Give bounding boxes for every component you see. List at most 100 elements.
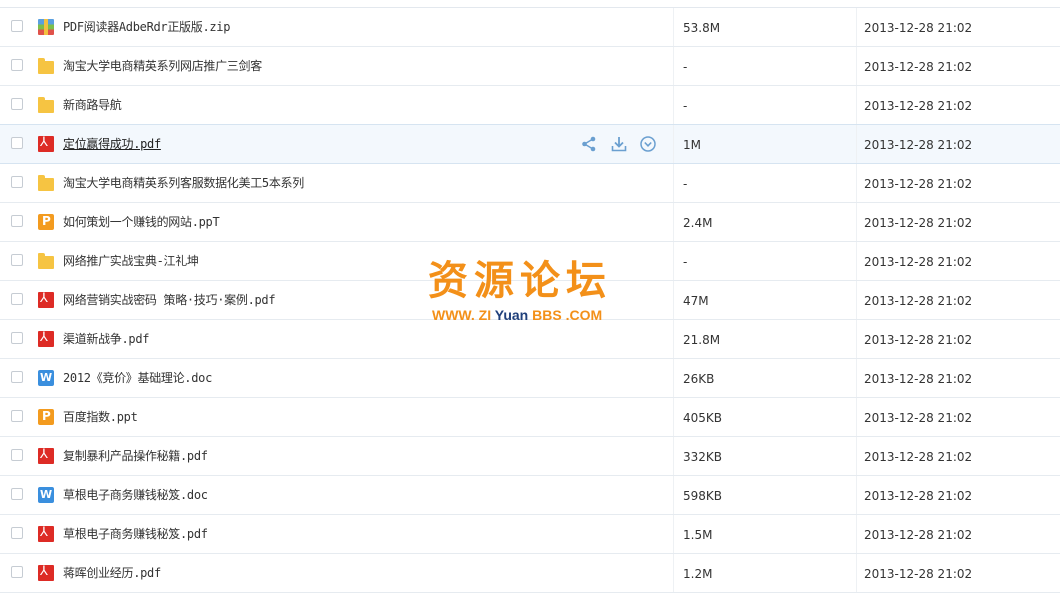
file-row[interactable]: 淘宝大学电商精英系列客服数据化美工5本系列 - 2013-12-28 21:02 <box>0 164 1060 203</box>
file-date: 2013-12-28 21:02 <box>864 99 973 113</box>
row-checkbox[interactable] <box>11 449 23 461</box>
file-date: 2013-12-28 21:02 <box>864 60 973 74</box>
column-divider <box>856 359 857 397</box>
column-divider <box>856 476 857 514</box>
file-size: 26KB <box>683 372 715 386</box>
file-size: 21.8M <box>683 333 721 347</box>
row-checkbox[interactable] <box>11 59 23 71</box>
chevron-down-circle-icon[interactable] <box>639 135 657 153</box>
file-date: 2013-12-28 21:02 <box>864 567 973 581</box>
file-row[interactable]: 百度指数.ppt 405KB 2013-12-28 21:02 <box>0 398 1060 437</box>
row-checkbox[interactable] <box>11 176 23 188</box>
word-doc-icon <box>38 487 54 503</box>
file-row[interactable]: 草根电子商务赚钱秘笈.doc 598KB 2013-12-28 21:02 <box>0 476 1060 515</box>
row-checkbox[interactable] <box>11 20 23 32</box>
file-size: 47M <box>683 294 709 308</box>
download-icon[interactable] <box>610 135 628 153</box>
ppt-file-icon <box>38 409 54 425</box>
share-icon[interactable] <box>580 135 598 153</box>
file-date: 2013-12-28 21:02 <box>864 372 973 386</box>
watermark-en-prefix: WWW. <box>432 307 475 323</box>
watermark-en-text: WWW. ZI Yuan BBS .COM <box>432 305 638 325</box>
file-size: 1.2M <box>683 567 713 581</box>
file-name[interactable]: 网络营销实战密码 策略·技巧·案例.pdf <box>63 292 276 308</box>
column-divider <box>673 242 674 280</box>
file-name[interactable]: 淘宝大学电商精英系列客服数据化美工5本系列 <box>63 175 304 191</box>
column-divider <box>673 125 674 163</box>
file-name[interactable]: 如何策划一个赚钱的网站.ppT <box>63 214 220 230</box>
column-divider <box>856 8 857 46</box>
file-name[interactable]: 渠道新战争.pdf <box>63 331 150 347</box>
row-checkbox[interactable] <box>11 410 23 422</box>
column-divider <box>673 164 674 202</box>
file-size: - <box>683 99 688 113</box>
file-size: 2.4M <box>683 216 713 230</box>
folder-icon <box>38 58 54 74</box>
watermark-en-bbs: BBS <box>532 307 562 323</box>
file-name[interactable]: 新商路导航 <box>63 97 122 113</box>
row-checkbox[interactable] <box>11 527 23 539</box>
file-row[interactable]: 复制暴利产品操作秘籍.pdf 332KB 2013-12-28 21:02 <box>0 437 1060 476</box>
pdf-file-icon <box>38 564 54 581</box>
column-divider <box>673 8 674 46</box>
file-name[interactable]: 草根电子商务赚钱秘笈.doc <box>63 487 208 503</box>
row-checkbox[interactable] <box>11 488 23 500</box>
file-size: 405KB <box>683 411 723 425</box>
file-row[interactable]: 定位赢得成功.pdf 1M 2013-12-28 21:02 <box>0 124 1060 164</box>
row-checkbox[interactable] <box>11 371 23 383</box>
file-name[interactable]: PDF阅读器AdbeRdr正版版.zip <box>63 19 230 35</box>
file-row[interactable]: 新商路导航 - 2013-12-28 21:02 <box>0 86 1060 125</box>
column-divider <box>673 554 674 592</box>
row-checkbox[interactable] <box>11 566 23 578</box>
row-checkbox[interactable] <box>11 137 23 149</box>
column-divider <box>673 86 674 124</box>
column-divider <box>856 281 857 319</box>
column-divider <box>856 515 857 553</box>
file-name[interactable]: 2012《竞价》基础理论.doc <box>63 370 212 386</box>
file-row[interactable]: 草根电子商务赚钱秘笈.pdf 1.5M 2013-12-28 21:02 <box>0 515 1060 554</box>
column-divider <box>673 281 674 319</box>
file-size: - <box>683 60 688 74</box>
file-row[interactable]: PDF阅读器AdbeRdr正版版.zip 53.8M 2013-12-28 21… <box>0 8 1060 47</box>
file-size: 598KB <box>683 489 723 503</box>
file-size: 332KB <box>683 450 723 464</box>
file-name[interactable]: 蒋晖创业经历.pdf <box>63 565 161 581</box>
column-divider <box>673 320 674 358</box>
file-size: - <box>683 177 688 191</box>
file-name[interactable]: 定位赢得成功.pdf <box>63 136 161 152</box>
column-divider <box>856 554 857 592</box>
ppt-file-icon <box>38 214 54 230</box>
file-size: 1.5M <box>683 528 713 542</box>
file-size: 1M <box>683 138 701 152</box>
file-size: 53.8M <box>683 21 721 35</box>
file-row[interactable]: 如何策划一个赚钱的网站.ppT 2.4M 2013-12-28 21:02 <box>0 203 1060 242</box>
file-name[interactable]: 网络推广实战宝典-江礼坤 <box>63 253 199 269</box>
column-divider <box>673 203 674 241</box>
file-name[interactable]: 复制暴利产品操作秘籍.pdf <box>63 448 208 464</box>
list-top-border <box>0 0 1060 8</box>
file-row[interactable]: 淘宝大学电商精英系列网店推广三剑客 - 2013-12-28 21:02 <box>0 47 1060 86</box>
file-date: 2013-12-28 21:02 <box>864 255 973 269</box>
pdf-file-icon <box>38 330 54 347</box>
column-divider <box>856 320 857 358</box>
row-checkbox[interactable] <box>11 98 23 110</box>
column-divider <box>856 398 857 436</box>
folder-icon <box>38 253 54 269</box>
file-row[interactable]: 2012《竞价》基础理论.doc 26KB 2013-12-28 21:02 <box>0 359 1060 398</box>
file-date: 2013-12-28 21:02 <box>864 411 973 425</box>
row-checkbox[interactable] <box>11 254 23 266</box>
file-date: 2013-12-28 21:02 <box>864 294 973 308</box>
column-divider <box>856 125 857 163</box>
column-divider <box>673 476 674 514</box>
file-row[interactable]: 蒋晖创业经历.pdf 1.2M 2013-12-28 21:02 <box>0 554 1060 593</box>
row-checkbox[interactable] <box>11 293 23 305</box>
column-divider <box>673 359 674 397</box>
row-checkbox[interactable] <box>11 215 23 227</box>
file-name[interactable]: 草根电子商务赚钱秘笈.pdf <box>63 526 208 542</box>
file-name[interactable]: 淘宝大学电商精英系列网店推广三剑客 <box>63 58 262 74</box>
pdf-file-icon <box>38 135 54 152</box>
watermark-logo: 资源论坛 WWW. ZI Yuan BBS .COM <box>428 257 638 337</box>
row-checkbox[interactable] <box>11 332 23 344</box>
file-date: 2013-12-28 21:02 <box>864 138 973 152</box>
file-name[interactable]: 百度指数.ppt <box>63 409 138 425</box>
